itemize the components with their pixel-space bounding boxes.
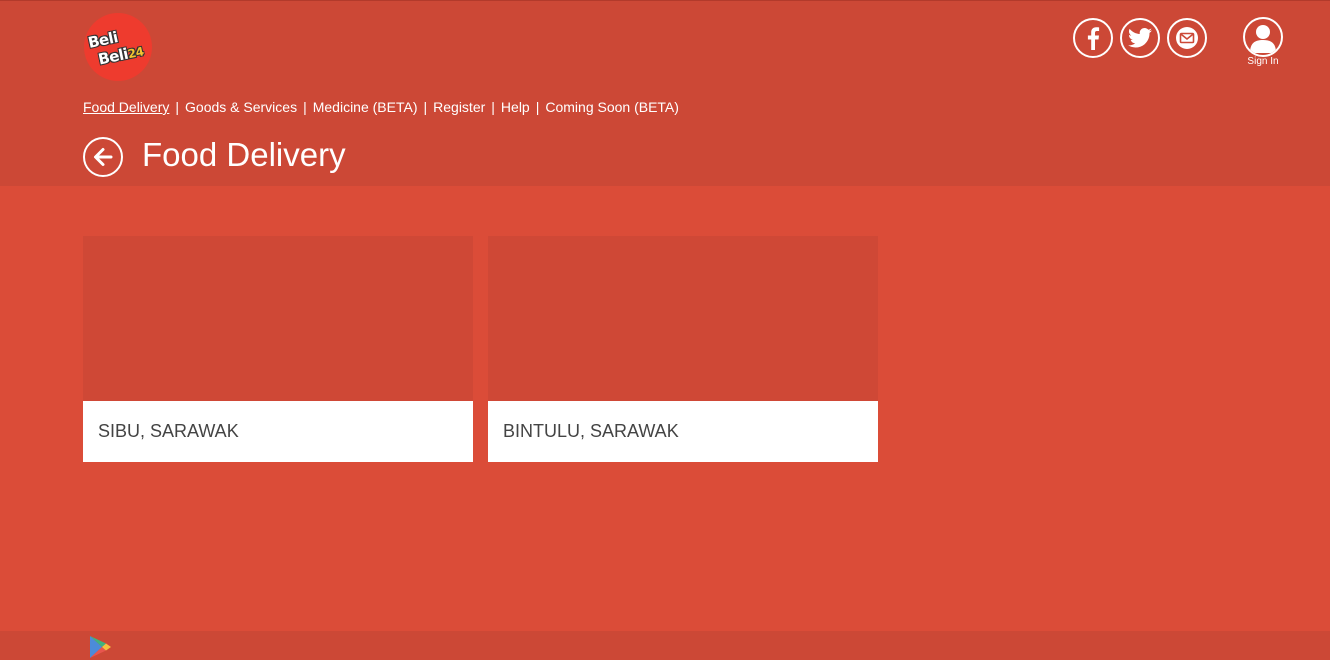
- sign-in-button[interactable]: [1243, 17, 1283, 57]
- nav-separator: |: [423, 99, 428, 115]
- mail-icon: [1176, 27, 1198, 49]
- card-label: BINTULU, SARAWAK: [488, 401, 878, 462]
- nav-separator: |: [535, 99, 540, 115]
- nav-medicine[interactable]: Medicine (BETA): [313, 99, 418, 115]
- arrow-left-icon: [94, 148, 113, 166]
- page-title: Food Delivery: [142, 136, 346, 173]
- footer: [0, 631, 1330, 660]
- twitter-button[interactable]: [1120, 18, 1160, 58]
- facebook-button[interactable]: [1073, 18, 1113, 58]
- nav-help[interactable]: Help: [501, 99, 530, 115]
- nav-goods-services[interactable]: Goods & Services: [185, 99, 297, 115]
- header: Beli Beli24 Sign In Food Delivery | Goods …: [0, 0, 1330, 186]
- sign-in-label[interactable]: Sign In: [1233, 56, 1293, 67]
- location-card-sibu[interactable]: SIBU, SARAWAK: [83, 236, 473, 462]
- nav-separator: |: [175, 99, 180, 115]
- logo[interactable]: Beli Beli24: [84, 13, 152, 81]
- logo-number: 24: [126, 44, 145, 62]
- nav-register[interactable]: Register: [433, 99, 485, 115]
- facebook-icon: [1087, 27, 1100, 50]
- nav-separator: |: [303, 99, 307, 115]
- card-image: [488, 236, 878, 401]
- location-card-bintulu[interactable]: BINTULU, SARAWAK: [488, 236, 878, 462]
- nav-coming-soon[interactable]: Coming Soon (BETA): [545, 99, 679, 115]
- nav-separator: |: [491, 99, 495, 115]
- main-nav: Food Delivery | Goods & Services | Medicine …: [83, 99, 679, 115]
- mail-button[interactable]: [1167, 18, 1207, 58]
- twitter-icon: [1128, 28, 1152, 48]
- back-button[interactable]: [83, 137, 123, 177]
- user-icon: [1250, 25, 1276, 53]
- card-label: SIBU, SARAWAK: [83, 401, 473, 462]
- google-play-icon[interactable]: [89, 635, 113, 659]
- nav-food-delivery[interactable]: Food Delivery: [83, 99, 169, 115]
- card-image: [83, 236, 473, 401]
